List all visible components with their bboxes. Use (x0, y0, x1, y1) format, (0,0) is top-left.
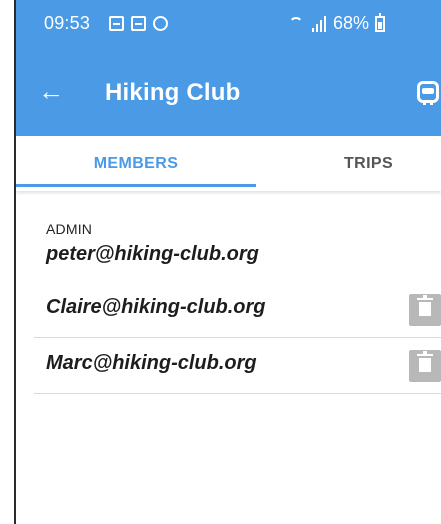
back-arrow-icon: ← (38, 76, 64, 106)
device-screen: 09:53 68% ← Hiking Club MEMBERS TRIPS AD… (0, 0, 441, 524)
tab-trips[interactable]: TRIPS (256, 136, 441, 191)
calendar-icon (109, 16, 124, 31)
status-notification-icons (109, 16, 168, 31)
status-time: 09:53 (44, 13, 91, 33)
delete-member-button[interactable] (409, 294, 441, 326)
bus-button[interactable] (413, 76, 441, 110)
calendar-icon (131, 16, 146, 31)
member-row: Marc@hiking-club.org (34, 338, 441, 394)
battery-icon (375, 12, 385, 32)
trash-icon (417, 295, 433, 316)
status-system-icons: 68% (288, 12, 385, 34)
wifi-icon (288, 16, 306, 32)
sync-icon (153, 16, 168, 31)
member-row: Claire@hiking-club.org (34, 282, 441, 338)
signal-icon (311, 15, 327, 32)
battery-percentage: 68% (332, 13, 369, 33)
tab-members[interactable]: MEMBERS (16, 136, 256, 191)
page-title: Hiking Club (105, 79, 241, 106)
admin-label: ADMIN (46, 221, 93, 237)
member-email: Claire@hiking-club.org (46, 296, 266, 318)
app-screen: 09:53 68% ← Hiking Club MEMBERS TRIPS AD… (16, 0, 441, 524)
device-left-border (0, 0, 16, 524)
selected-tab-indicator (16, 184, 256, 187)
app-bar: ← Hiking Club (16, 54, 441, 136)
back-button[interactable]: ← (34, 74, 68, 108)
admin-email: peter@hiking-club.org (46, 243, 259, 265)
member-email: Marc@hiking-club.org (46, 352, 257, 374)
bus-icon (417, 81, 439, 105)
status-bar: 09:53 68% (16, 0, 441, 54)
tab-bar: MEMBERS TRIPS (16, 136, 441, 191)
delete-member-button[interactable] (409, 350, 441, 382)
trash-icon (417, 351, 433, 372)
admin-member: ADMIN peter@hiking-club.org (34, 215, 441, 275)
